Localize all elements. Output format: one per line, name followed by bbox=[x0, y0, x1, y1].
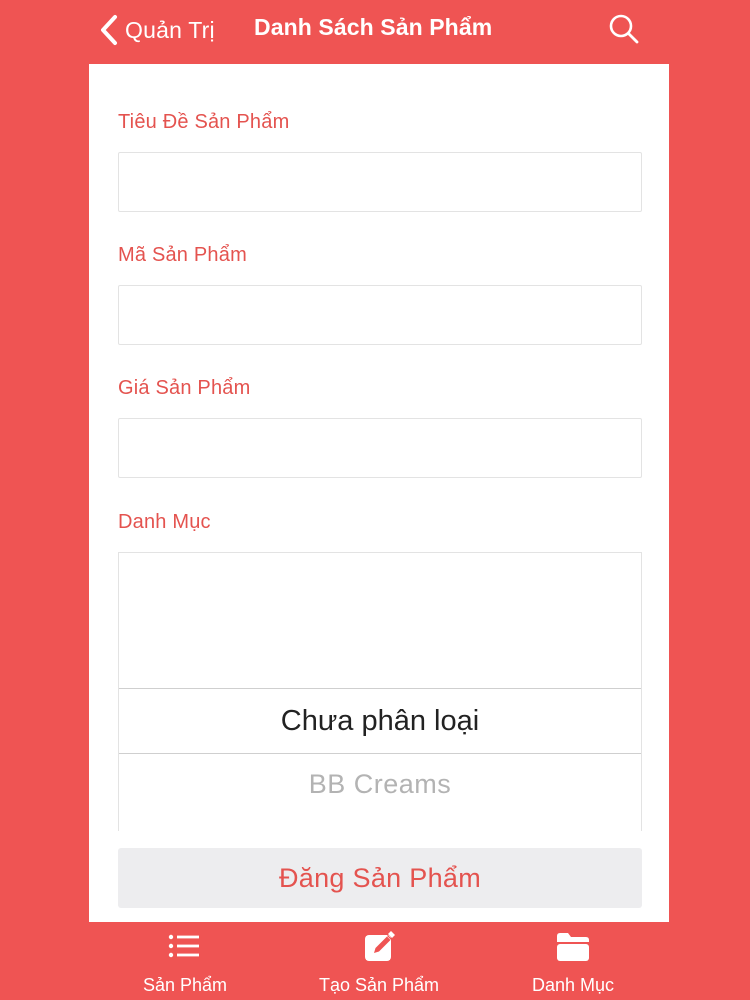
tab-categories[interactable]: Danh Mục bbox=[483, 922, 663, 1000]
picker-option-selected[interactable]: Chưa phân loại bbox=[119, 688, 641, 754]
product-price-input[interactable] bbox=[118, 418, 642, 478]
product-title-input[interactable] bbox=[118, 152, 642, 212]
chevron-left-icon bbox=[100, 14, 118, 46]
product-code-input[interactable] bbox=[118, 285, 642, 345]
tab-label: Danh Mục bbox=[531, 975, 615, 995]
tab-label: Tạo Sản Phẩm bbox=[318, 975, 440, 995]
product-title-label: Tiêu Đề Sản Phẩm bbox=[118, 111, 290, 133]
tab-products[interactable]: Sản Phẩm bbox=[95, 922, 275, 1000]
navigation-bar: Quản Trị Danh Sách Sản Phẩm bbox=[0, 0, 750, 62]
back-label: Quản Trị bbox=[125, 16, 215, 43]
tab-label: Sản Phẩm bbox=[142, 975, 228, 995]
edit-icon bbox=[361, 930, 397, 964]
submit-product-button[interactable]: Đăng Sản Phẩm bbox=[118, 848, 642, 908]
list-icon bbox=[167, 930, 203, 964]
product-form: Tiêu Đề Sản Phẩm Mã Sản Phẩm Giá Sản Phẩ… bbox=[89, 64, 669, 922]
folder-icon bbox=[555, 930, 591, 964]
page-title: Danh Sách Sản Phẩm bbox=[254, 14, 493, 40]
tab-bar: Sản Phẩm Tạo Sản Phẩm Danh Mục bbox=[0, 922, 750, 1000]
product-price-label: Giá Sản Phẩm bbox=[118, 377, 251, 399]
product-code-label: Mã Sản Phẩm bbox=[118, 244, 247, 266]
search-button[interactable] bbox=[605, 11, 643, 49]
tab-create-product[interactable]: Tạo Sản Phẩm bbox=[289, 922, 469, 1000]
search-icon bbox=[605, 14, 643, 53]
category-picker[interactable]: Chưa phân loại BB Creams bbox=[118, 552, 642, 831]
category-label: Danh Mục bbox=[118, 511, 211, 533]
picker-option[interactable]: BB Creams bbox=[119, 754, 641, 814]
back-button[interactable]: Quản Trị bbox=[100, 12, 215, 48]
